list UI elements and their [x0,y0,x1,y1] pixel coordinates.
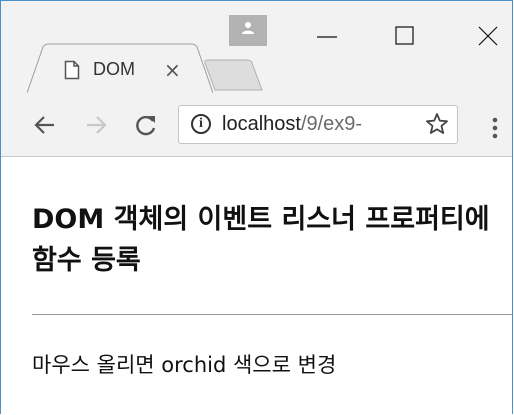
kebab-menu-icon[interactable] [491,117,499,139]
page-heading: DOM 객체의 이벤트 리스너 프로퍼티에 함수 등록 [32,204,490,276]
profile-button[interactable] [229,15,267,46]
url-text: localhost/9/ex9- [222,113,362,136]
url-fade [393,110,423,140]
title-bar: DOM × [1,1,512,93]
browser-toolbar: i localhost/9/ex9- [1,93,512,157]
url-host: localhost [222,113,301,135]
minimize-icon [317,36,337,38]
star-icon[interactable] [425,112,449,136]
minimize-button[interactable] [314,23,340,49]
reload-icon[interactable] [134,113,158,137]
page-icon [64,60,80,80]
info-icon[interactable]: i [191,114,211,134]
tab-close-button[interactable]: × [164,60,181,80]
arrow-right-icon[interactable] [84,113,108,137]
tab-title: DOM [93,59,135,79]
maximize-button[interactable] [392,23,418,49]
arrow-left-icon[interactable] [33,113,57,137]
address-bar[interactable]: i localhost/9/ex9- [178,105,458,144]
page-paragraph[interactable]: 마우스 올리면 orchid 색으로 변경 [32,349,336,379]
close-icon [478,26,498,46]
new-tab-button[interactable] [203,57,267,93]
close-button[interactable] [475,23,501,49]
maximize-icon [395,26,414,45]
page-content: DOM 객체의 이벤트 리스너 프로퍼티에 함수 등록 마우스 올리면 orch… [1,157,512,414]
tab-active[interactable]: DOM × [27,43,213,93]
browser-window: DOM × i localhost/9/ex9- DOM 객체의 이벤트 리스너… [0,0,513,414]
url-path: /9/ex9- [300,113,363,135]
person-icon [242,22,254,34]
horizontal-rule [32,314,512,315]
